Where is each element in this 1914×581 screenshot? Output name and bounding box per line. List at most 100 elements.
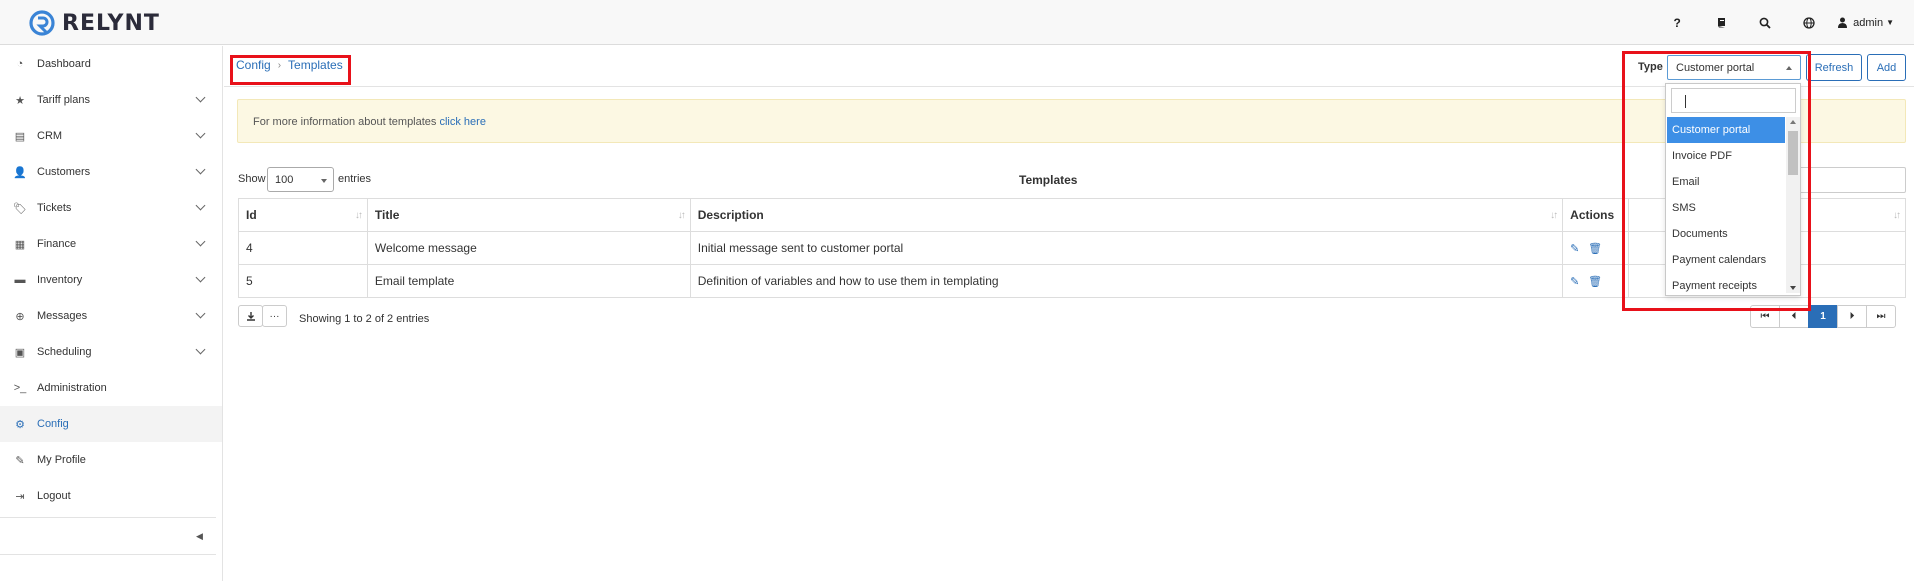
top-bar: RELYNT ? admin ▼: [0, 0, 1914, 45]
dropdown-option[interactable]: SMS: [1667, 195, 1785, 221]
logo-text: RELYNT: [62, 10, 160, 36]
column-header-description[interactable]: Description ↓↑: [689, 198, 1564, 232]
table-row[interactable]: 5 Email template Definition of variables a…: [238, 264, 1906, 298]
type-dropdown: Customer portal Invoice PDF Email SMS Docume…: [1665, 83, 1801, 296]
chevron-down-icon: [195, 272, 206, 283]
dropdown-option[interactable]: Customer portal: [1667, 117, 1785, 143]
chevron-down-icon: [195, 128, 206, 139]
cell-id: 4: [238, 231, 368, 265]
dropdown-option[interactable]: Documents: [1667, 221, 1785, 247]
sidebar-item-label: Tariff plans: [37, 94, 90, 106]
sidebar-item-customers[interactable]: 👤 Customers: [0, 154, 222, 190]
table-search-input[interactable]: [1790, 167, 1906, 193]
page-button-current[interactable]: 1: [1808, 305, 1838, 328]
info-alert: For more information about templates cli…: [237, 99, 1906, 143]
page-size-select[interactable]: 100: [267, 167, 334, 192]
sidebar-item-messages[interactable]: ⊕ Messages: [0, 298, 222, 334]
type-label: Type: [1638, 61, 1663, 73]
table-row[interactable]: 4 Welcome message Initial message sent to …: [238, 231, 1906, 265]
table-title: Templates: [1019, 173, 1078, 187]
sort-icon: ↓↑: [677, 210, 686, 221]
cell-actions: ✎ 🗑: [1562, 264, 1630, 298]
relynt-logo-icon: [29, 10, 55, 36]
sidebar-divider: [0, 554, 216, 555]
sort-icon: ↓↑: [354, 210, 363, 221]
logo[interactable]: RELYNT: [28, 9, 160, 37]
chevron-down-icon: [195, 308, 206, 319]
table-header-row: Id ↓↑ Title ↓↑ Description ↓↑ Actions ↓↑: [238, 198, 1906, 232]
sidebar-item-tariff-plans[interactable]: ★ Tariff plans: [0, 82, 222, 118]
prev-page-button[interactable]: ⏴: [1779, 305, 1809, 328]
sidebar-item-label: Dashboard: [37, 58, 91, 70]
sidebar-item-scheduling[interactable]: ▣ Scheduling: [0, 334, 222, 370]
scroll-down-icon: [1790, 286, 1796, 290]
export-button[interactable]: [238, 305, 263, 327]
sidebar-item-inventory[interactable]: ▬ Inventory: [0, 262, 222, 298]
breadcrumb-templates[interactable]: Templates: [288, 58, 343, 72]
templates-table: Id ↓↑ Title ↓↑ Description ↓↑ Actions ↓↑ 4W…: [238, 198, 1906, 298]
breadcrumb-config[interactable]: Config: [236, 58, 271, 72]
refresh-button[interactable]: Refresh: [1806, 54, 1862, 81]
more-options-button[interactable]: ···: [262, 305, 287, 327]
sidebar-item-my-profile[interactable]: ✎ My Profile: [0, 442, 222, 478]
column-header-title[interactable]: Title ↓↑: [366, 198, 691, 232]
pagination: ⏮ ⏴ 1 ⏵ ⏭: [1750, 305, 1896, 328]
dropdown-options: Customer portal Invoice PDF Email SMS Docume…: [1667, 117, 1785, 299]
sidebar-item-label: Finance: [37, 238, 77, 250]
info-text: For more information about templates: [253, 116, 440, 128]
dropdown-scrollbar[interactable]: [1786, 117, 1800, 293]
caret-down-icon: [321, 179, 327, 183]
dropdown-option[interactable]: Payment receipts: [1667, 273, 1785, 299]
last-page-button[interactable]: ⏭: [1866, 305, 1896, 328]
globe-icon[interactable]: [1787, 0, 1831, 45]
chevron-down-icon: [195, 344, 206, 355]
sidebar-item-tickets[interactable]: 🏷 Tickets: [0, 190, 222, 226]
calendar-icon: ▣: [14, 346, 26, 359]
sidebar-item-administration[interactable]: >_ Administration: [0, 370, 222, 406]
user-name: admin: [1853, 16, 1884, 29]
calculator-icon: ▦: [14, 238, 26, 251]
book-icon[interactable]: [1699, 0, 1743, 45]
dropdown-option[interactable]: Email: [1667, 169, 1785, 195]
breadcrumb-separator-icon: ›: [277, 59, 282, 71]
next-page-button[interactable]: ⏵: [1837, 305, 1867, 328]
type-select[interactable]: Customer portal: [1667, 55, 1801, 80]
cell-title: Email template: [366, 264, 691, 298]
sort-icon: ↓↑: [1893, 210, 1901, 221]
column-header-id[interactable]: Id ↓↑: [238, 198, 368, 232]
user-icon: [1838, 17, 1848, 28]
export-icon: [246, 312, 255, 321]
dropdown-option[interactable]: Invoice PDF: [1667, 143, 1785, 169]
delete-icon[interactable]: 🗑: [1588, 277, 1602, 288]
sidebar-item-logout[interactable]: ⇥ Logout: [0, 478, 222, 514]
edit-icon[interactable]: ✎: [1570, 277, 1581, 288]
table-info: Showing 1 to 2 of 2 entries: [299, 313, 430, 325]
help-icon[interactable]: ?: [1655, 0, 1699, 45]
caret-up-icon: [1786, 66, 1792, 70]
sidebar-item-config[interactable]: ⚙ Config: [0, 406, 222, 442]
sidebar-item-label: Messages: [37, 310, 88, 322]
dropdown-search-input[interactable]: [1671, 88, 1796, 113]
add-button[interactable]: Add: [1867, 54, 1906, 81]
info-link[interactable]: click here: [439, 116, 485, 128]
sort-icon: ↓↑: [1550, 210, 1558, 221]
first-page-button[interactable]: ⏮: [1750, 305, 1780, 328]
sidebar-item-crm[interactable]: ▤ CRM: [0, 118, 222, 154]
dropdown-option[interactable]: Payment calendars: [1667, 247, 1785, 273]
pencil-icon: ✎: [15, 454, 25, 467]
sidebar-item-finance[interactable]: ▦ Finance: [0, 226, 222, 262]
cell-id: 5: [238, 264, 368, 298]
sidebar-item-dashboard[interactable]: ◔ Dashboard: [0, 46, 222, 82]
collapse-sidebar-icon[interactable]: ◀: [196, 531, 206, 541]
column-header-actions: Actions: [1562, 198, 1630, 232]
sidebar-nav: ◔ Dashboard ★ Tariff plans ▤ CRM 👤 Customers 🏷 Ti…: [0, 46, 222, 514]
page-size-value: 100: [275, 174, 294, 186]
user-menu[interactable]: admin ▼: [1837, 17, 1894, 29]
delete-icon[interactable]: 🗑: [1588, 244, 1602, 255]
search-icon[interactable]: [1743, 0, 1787, 45]
lifebuoy-icon: ⊕: [15, 310, 25, 323]
edit-icon[interactable]: ✎: [1570, 244, 1581, 255]
type-select-value: Customer portal: [1676, 62, 1755, 74]
crm-icon: ▤: [14, 130, 26, 143]
entries-label: entries: [338, 173, 372, 185]
